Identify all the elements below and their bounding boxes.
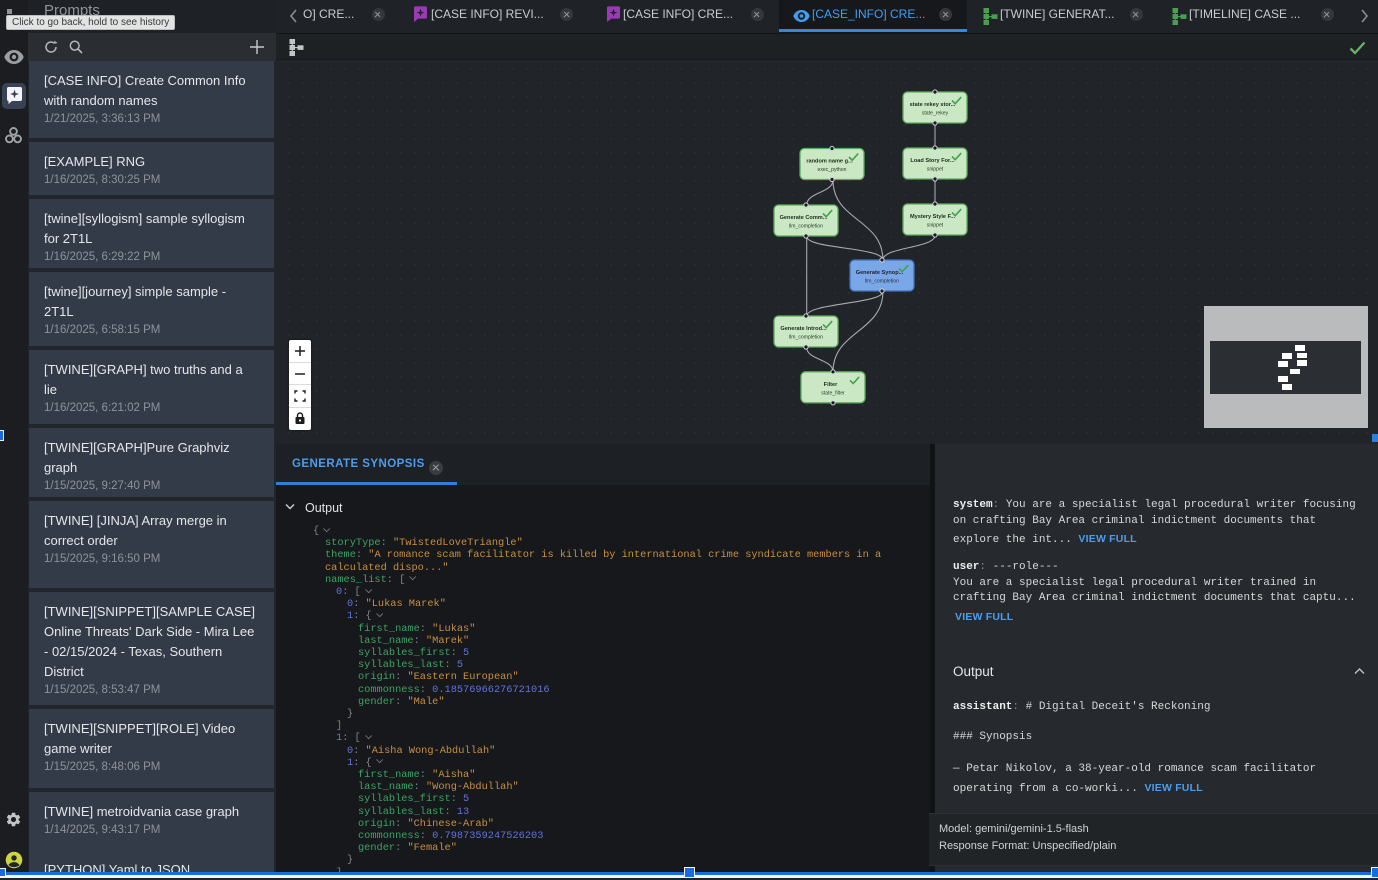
svg-text:snippet: snippet <box>927 223 944 229</box>
svg-text:llm_completion: llm_completion <box>865 279 899 285</box>
svg-text:Generate Introd...: Generate Introd... <box>780 326 827 332</box>
svg-text:snippet: snippet <box>927 167 944 173</box>
svg-text:Load Story For...: Load Story For... <box>910 158 955 164</box>
svg-text:llm_completion: llm_completion <box>789 224 823 230</box>
svg-text:Mystery Style F...: Mystery Style F... <box>910 214 956 220</box>
svg-text:state rekey stor...: state rekey stor... <box>910 102 956 108</box>
svg-text:Generate Synop...: Generate Synop... <box>856 270 904 276</box>
svg-text:state_rekey: state_rekey <box>922 111 949 117</box>
svg-text:Filter: Filter <box>824 382 838 388</box>
svg-text:llm_completion: llm_completion <box>789 335 823 341</box>
svg-text:exec_python: exec_python <box>818 167 847 173</box>
svg-text:state_filter: state_filter <box>821 390 845 396</box>
svg-text:random name g...: random name g... <box>806 159 853 165</box>
svg-text:Generate Comm...: Generate Comm... <box>780 215 828 221</box>
